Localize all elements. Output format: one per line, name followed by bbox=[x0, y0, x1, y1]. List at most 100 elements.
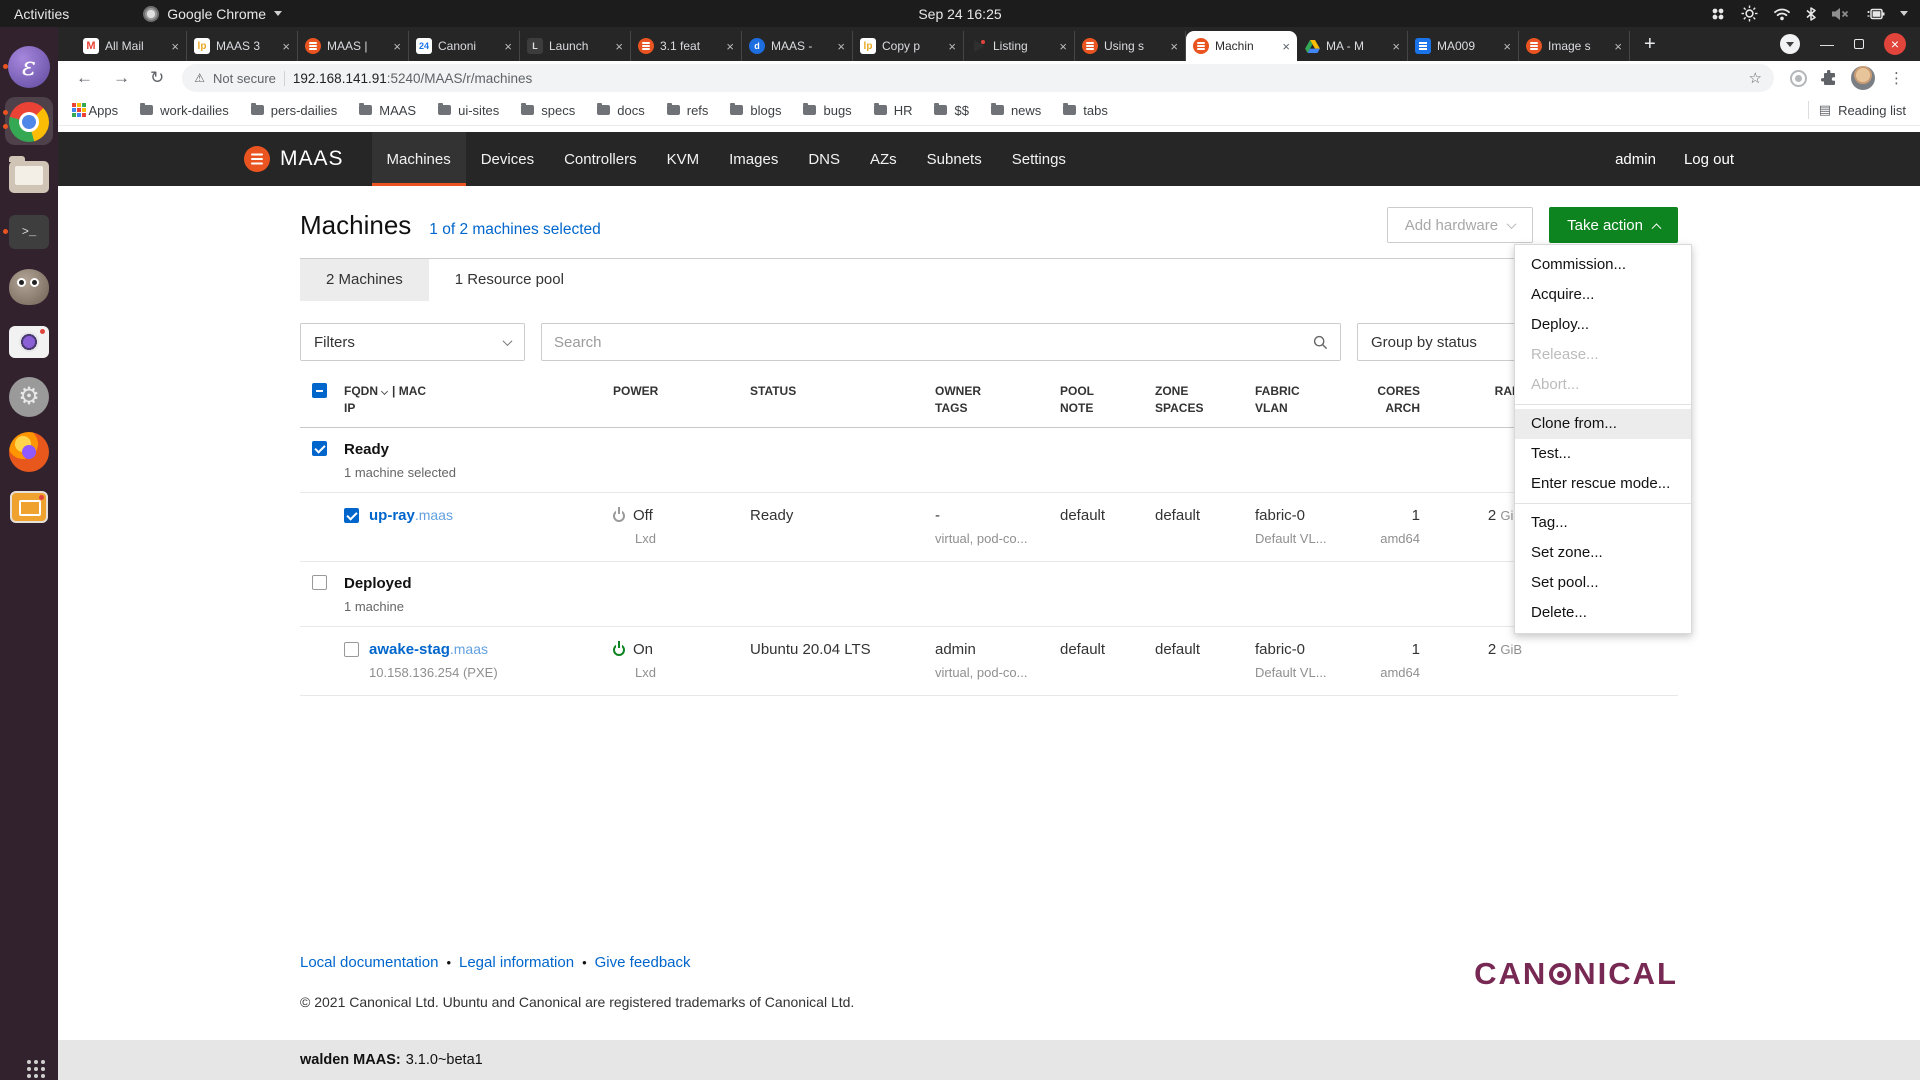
dock-item-emacs[interactable]: ε bbox=[0, 39, 58, 94]
menu-item-deploy[interactable]: Deploy... bbox=[1515, 310, 1691, 340]
system-tray[interactable] bbox=[1710, 5, 1920, 22]
menu-item-tag[interactable]: Tag... bbox=[1515, 508, 1691, 538]
security-label[interactable]: Not secure bbox=[213, 71, 276, 86]
nav-kvm[interactable]: KVM bbox=[652, 132, 715, 186]
extensions-icon[interactable] bbox=[1821, 70, 1837, 86]
close-icon[interactable]: × bbox=[282, 39, 290, 54]
tab-maas-discourse[interactable]: d MAAS - × bbox=[742, 31, 853, 61]
nav-images[interactable]: Images bbox=[714, 132, 793, 186]
tab-canonical[interactable]: 24 Canoni × bbox=[409, 31, 520, 61]
activities-button[interactable]: Activities bbox=[0, 6, 83, 22]
avatar[interactable] bbox=[1851, 66, 1875, 90]
row-checkbox[interactable] bbox=[344, 508, 359, 523]
nav-settings[interactable]: Settings bbox=[997, 132, 1081, 186]
dock-item-files[interactable] bbox=[0, 149, 58, 204]
browser-menu-icon[interactable]: ⋮ bbox=[1889, 69, 1904, 87]
dock-item-settings[interactable]: ⚙ bbox=[0, 369, 58, 424]
tab-drive[interactable]: MA - M × bbox=[1297, 31, 1408, 61]
bookmark-folder-news[interactable]: news bbox=[990, 103, 1041, 118]
bookmark-folder-hr[interactable]: HR bbox=[873, 103, 912, 118]
bookmark-folder-tabs[interactable]: tabs bbox=[1063, 103, 1108, 118]
group-checkbox[interactable] bbox=[312, 441, 327, 456]
tab-resource-pool[interactable]: 1 Resource pool bbox=[429, 259, 590, 301]
reload-button[interactable]: ↻ bbox=[142, 68, 172, 88]
dock-item-chrome[interactable] bbox=[0, 94, 58, 149]
bookmark-star-icon[interactable]: ☆ bbox=[1749, 69, 1762, 87]
bookmark-folder-money[interactable]: $$ bbox=[934, 103, 969, 118]
reading-list-button[interactable]: ▤ Reading list bbox=[1819, 102, 1906, 118]
close-icon[interactable]: × bbox=[1059, 39, 1067, 54]
dock-item-terminal[interactable]: >_ bbox=[0, 204, 58, 259]
restore-button[interactable] bbox=[1854, 39, 1864, 49]
machine-link[interactable]: up-ray.maas bbox=[369, 507, 453, 524]
dock-item-screenshot[interactable] bbox=[0, 479, 58, 534]
column-owner[interactable]: OWNER TAGS bbox=[935, 383, 1060, 417]
dock-item-gimp[interactable] bbox=[0, 259, 58, 314]
link-give-feedback[interactable]: Give feedback bbox=[595, 954, 691, 971]
close-icon[interactable]: × bbox=[1282, 39, 1290, 54]
nav-controllers[interactable]: Controllers bbox=[549, 132, 652, 186]
tab-images[interactable]: Image s × bbox=[1519, 31, 1630, 61]
menu-item-set-zone[interactable]: Set zone... bbox=[1515, 538, 1691, 568]
selection-summary-link[interactable]: 1 of 2 machines selected bbox=[429, 221, 600, 239]
column-fabric[interactable]: FABRIC VLAN bbox=[1255, 383, 1370, 417]
close-icon[interactable]: × bbox=[726, 39, 734, 54]
tab-machines-list[interactable]: 2 Machines bbox=[300, 259, 429, 301]
tab-maas-3[interactable]: lp MAAS 3 × bbox=[187, 31, 298, 61]
address-bar[interactable]: ⚠ Not secure 192.168.141.91:5240/MAAS/r/… bbox=[182, 64, 1774, 92]
close-icon[interactable]: × bbox=[504, 39, 512, 54]
menu-item-delete[interactable]: Delete... bbox=[1515, 598, 1691, 628]
filters-dropdown[interactable]: Filters bbox=[300, 323, 525, 361]
link-local-documentation[interactable]: Local documentation bbox=[300, 954, 438, 971]
bookmark-folder-refs[interactable]: refs bbox=[666, 103, 708, 118]
nav-azs[interactable]: AZs bbox=[855, 132, 912, 186]
bookmark-folder-ui-sites[interactable]: ui-sites bbox=[438, 103, 499, 118]
link-legal-information[interactable]: Legal information bbox=[459, 954, 574, 971]
close-icon[interactable]: × bbox=[1614, 39, 1622, 54]
close-icon[interactable]: × bbox=[393, 39, 401, 54]
close-icon[interactable]: × bbox=[1392, 39, 1400, 54]
tab-all-mail[interactable]: M All Mail × bbox=[76, 31, 187, 61]
menu-item-enter-rescue-mode[interactable]: Enter rescue mode... bbox=[1515, 469, 1691, 499]
profile-sync-icon[interactable] bbox=[1790, 69, 1807, 87]
bookmark-folder-bugs[interactable]: bugs bbox=[803, 103, 852, 118]
tab-ma009[interactable]: MA009 × bbox=[1408, 31, 1519, 61]
close-icon[interactable]: × bbox=[615, 39, 623, 54]
bookmark-folder-specs[interactable]: specs bbox=[521, 103, 575, 118]
close-icon[interactable]: × bbox=[837, 39, 845, 54]
add-hardware-button[interactable]: Add hardware bbox=[1386, 207, 1534, 243]
column-zone[interactable]: ZONE SPACES bbox=[1155, 383, 1255, 417]
column-status[interactable]: STATUS bbox=[750, 383, 935, 417]
tab-using[interactable]: Using s × bbox=[1075, 31, 1186, 61]
menu-item-set-pool[interactable]: Set pool... bbox=[1515, 568, 1691, 598]
column-power[interactable]: POWER bbox=[600, 383, 750, 417]
machine-row-awake-stag[interactable]: awake-stag.maas 10.158.136.254 (PXE) On … bbox=[300, 627, 1678, 696]
close-icon[interactable]: × bbox=[171, 39, 179, 54]
forward-button[interactable]: → bbox=[105, 68, 138, 88]
row-checkbox[interactable] bbox=[344, 642, 359, 657]
nav-machines[interactable]: Machines bbox=[371, 132, 466, 186]
minimize-button[interactable]: — bbox=[1820, 36, 1834, 52]
new-tab-button[interactable]: + bbox=[1630, 33, 1670, 56]
dock-item-camera[interactable] bbox=[0, 314, 58, 369]
search-input[interactable] bbox=[554, 333, 1313, 351]
app-menu[interactable]: Google Chrome bbox=[143, 5, 283, 22]
clock[interactable]: Sep 24 16:25 bbox=[0, 6, 1920, 22]
menu-item-test[interactable]: Test... bbox=[1515, 439, 1691, 469]
window-close-button[interactable]: × bbox=[1884, 33, 1906, 55]
bookmark-folder-blogs[interactable]: blogs bbox=[730, 103, 781, 118]
column-fqdn[interactable]: FQDN | MAC IP bbox=[344, 383, 600, 417]
tab-listing[interactable]: Listing × bbox=[964, 31, 1075, 61]
maas-brand[interactable]: MAAS bbox=[244, 132, 372, 186]
tab-maas[interactable]: MAAS | × bbox=[298, 31, 409, 61]
nav-subnets[interactable]: Subnets bbox=[912, 132, 997, 186]
close-icon[interactable]: × bbox=[1503, 39, 1511, 54]
machine-row-up-ray[interactable]: up-ray.maas Off Lxd Ready - virtual, pod-… bbox=[300, 493, 1678, 562]
user-menu[interactable]: admin bbox=[1615, 151, 1656, 168]
back-button[interactable]: ← bbox=[68, 68, 101, 88]
tab-machines-active[interactable]: Machin × bbox=[1186, 31, 1297, 61]
close-icon[interactable]: × bbox=[1170, 39, 1178, 54]
tab-launchpad[interactable]: L Launch × bbox=[520, 31, 631, 61]
bookmark-folder-maas[interactable]: MAAS bbox=[359, 103, 416, 118]
dock-item-firefox[interactable] bbox=[0, 424, 58, 479]
